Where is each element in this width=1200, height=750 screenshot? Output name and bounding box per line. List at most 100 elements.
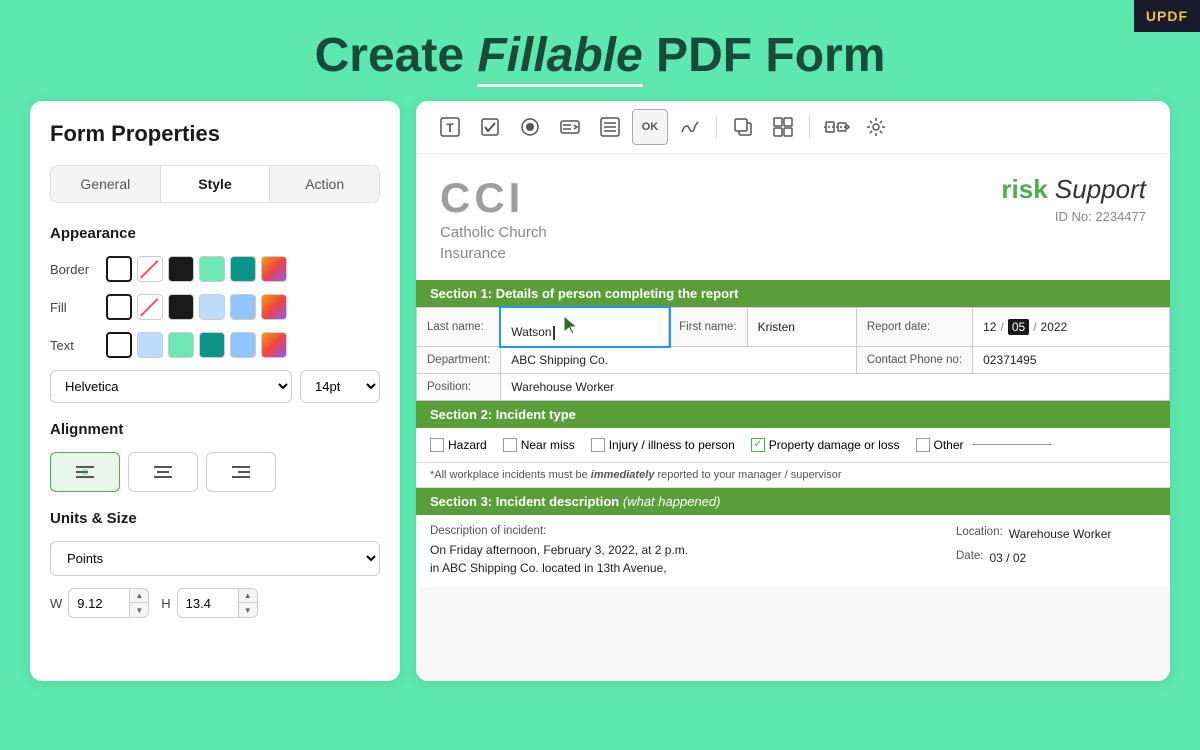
units-select[interactable]: Points (50, 541, 380, 576)
form-page: CCI Catholic Church Insurance risk Suppo… (416, 154, 1170, 587)
text-swatch-mint[interactable] (168, 332, 194, 358)
fill-swatch-dark[interactable] (168, 294, 194, 320)
fill-swatch-lightblue2[interactable] (230, 294, 256, 320)
title-italic: Fillable (477, 28, 642, 83)
alignment-section: Alignment (50, 421, 380, 492)
section3-header: Section 3: Incident description (what ha… (416, 488, 1170, 515)
title-part1: Create (315, 29, 478, 82)
note-text: *All workplace incidents must be (430, 469, 591, 481)
report-date-value[interactable]: 12 / 05 / 2022 (973, 308, 1170, 347)
cci-company-name: Catholic Church Insurance (440, 222, 547, 264)
department-value[interactable]: ABC Shipping Co. (501, 346, 857, 373)
combobox-tool[interactable] (552, 109, 588, 145)
text-label: Text (50, 338, 98, 353)
border-swatch-1[interactable] (106, 256, 132, 282)
fill-swatch-1[interactable] (106, 294, 132, 320)
text-swatch-lightblue[interactable] (137, 332, 163, 358)
risk-label: risk (1001, 174, 1047, 204)
width-increment-button[interactable]: ▲ (130, 589, 148, 603)
desc-text-line1: On Friday afternoon, February 3, 2022, a… (430, 543, 688, 557)
text-cursor (553, 326, 555, 340)
other-underline (972, 444, 1052, 445)
width-decrement-button[interactable]: ▼ (130, 603, 148, 617)
department-row: Department: ABC Shipping Co. Contact Pho… (417, 346, 1170, 373)
units-section: Units & Size Points W ▲ ▼ H (50, 510, 380, 618)
last-name-label: Last name: (417, 308, 501, 347)
settings-tool[interactable] (858, 109, 894, 145)
font-family-select[interactable]: Helvetica (50, 370, 292, 403)
border-swatch-gradient[interactable] (261, 256, 287, 282)
first-name-value[interactable]: Kristen (747, 308, 856, 347)
border-swatches (106, 256, 287, 282)
appearance-label: Appearance (50, 225, 380, 242)
alignment-label: Alignment (50, 421, 380, 438)
cci-logo: CCI (440, 174, 547, 222)
risk-support: risk Support (1001, 174, 1146, 205)
text-swatch-1[interactable] (106, 332, 132, 358)
border-swatch-black[interactable] (168, 256, 194, 282)
listbox-tool[interactable] (592, 109, 628, 145)
cci-header: CCI Catholic Church Insurance risk Suppo… (416, 154, 1170, 280)
cci-right: risk Support ID No: 2234477 (1001, 174, 1146, 224)
border-swatch-mint[interactable] (199, 256, 225, 282)
position-label: Position: (417, 373, 501, 400)
layout-tool[interactable] (765, 109, 801, 145)
tab-style[interactable]: Style (161, 166, 271, 202)
border-swatch-none[interactable] (137, 256, 163, 282)
height-input[interactable] (178, 590, 238, 617)
fill-swatch-none[interactable] (137, 294, 163, 320)
date-value-s3: 03 / 02 (990, 549, 1027, 567)
font-controls: Helvetica 14pt (50, 370, 380, 403)
last-name-value[interactable]: Watson (501, 308, 669, 347)
fill-swatch-lightblue[interactable] (199, 294, 225, 320)
text-swatch-blue[interactable] (230, 332, 256, 358)
fill-swatch-gradient[interactable] (261, 294, 287, 320)
width-input-wrap: ▲ ▼ (68, 588, 149, 618)
updf-logo-text: UP (1146, 8, 1167, 24)
id-value: 2234477 (1095, 209, 1146, 224)
desc-text: On Friday afternoon, February 3, 2022, a… (430, 541, 940, 577)
text-field-tool[interactable]: T (432, 109, 468, 145)
units-label: Units & Size (50, 510, 380, 527)
text-swatch-gradient[interactable] (261, 332, 287, 358)
injury-label: Injury / illness to person (609, 438, 735, 452)
button-tool[interactable]: OK (632, 109, 668, 145)
align-fields-tool[interactable] (818, 109, 854, 145)
align-center-button[interactable] (128, 452, 198, 492)
height-increment-button[interactable]: ▲ (239, 589, 257, 603)
contact-value[interactable]: 02371495 (973, 346, 1170, 373)
injury-checkbox[interactable] (591, 438, 605, 452)
align-right-button[interactable] (206, 452, 276, 492)
property-damage-checkbox[interactable]: ✓ (751, 438, 765, 452)
align-left-button[interactable] (50, 452, 120, 492)
form-properties-panel: Form Properties General Style Action App… (30, 101, 400, 681)
width-input[interactable] (69, 590, 129, 617)
border-swatch-teal[interactable] (230, 256, 256, 282)
copy-fields-tool[interactable] (725, 109, 761, 145)
text-swatch-teal[interactable] (199, 332, 225, 358)
position-value[interactable]: Warehouse Worker (501, 373, 1170, 400)
hazard-checkbox[interactable] (430, 438, 444, 452)
tab-action[interactable]: Action (270, 166, 379, 202)
date-m-s3: 02 (1013, 551, 1026, 565)
height-decrement-button[interactable]: ▼ (239, 603, 257, 617)
tab-general[interactable]: General (51, 166, 161, 202)
page-title: Create Fillable PDF Form (0, 0, 1200, 101)
hazard-label: Hazard (448, 438, 487, 452)
toolbar-separator-2 (809, 115, 810, 139)
company-id: ID No: 2234477 (1001, 209, 1146, 224)
checkbox-tool[interactable] (472, 109, 508, 145)
radio-tool[interactable] (512, 109, 548, 145)
injury-item: Injury / illness to person (591, 438, 735, 452)
signature-tool[interactable] (672, 109, 708, 145)
note-bold: immediately (591, 469, 655, 481)
main-layout: Form Properties General Style Action App… (0, 101, 1200, 721)
text-row: Text (50, 332, 380, 358)
font-size-select[interactable]: 14pt (300, 370, 380, 403)
other-checkbox[interactable] (916, 438, 930, 452)
cursor-arrow (562, 314, 580, 339)
id-label: ID No: (1055, 209, 1092, 224)
near-miss-checkbox[interactable] (503, 438, 517, 452)
incident-row: Hazard Near miss Injury / illness to per… (416, 428, 1170, 463)
height-field: H ▲ ▼ (161, 588, 257, 618)
